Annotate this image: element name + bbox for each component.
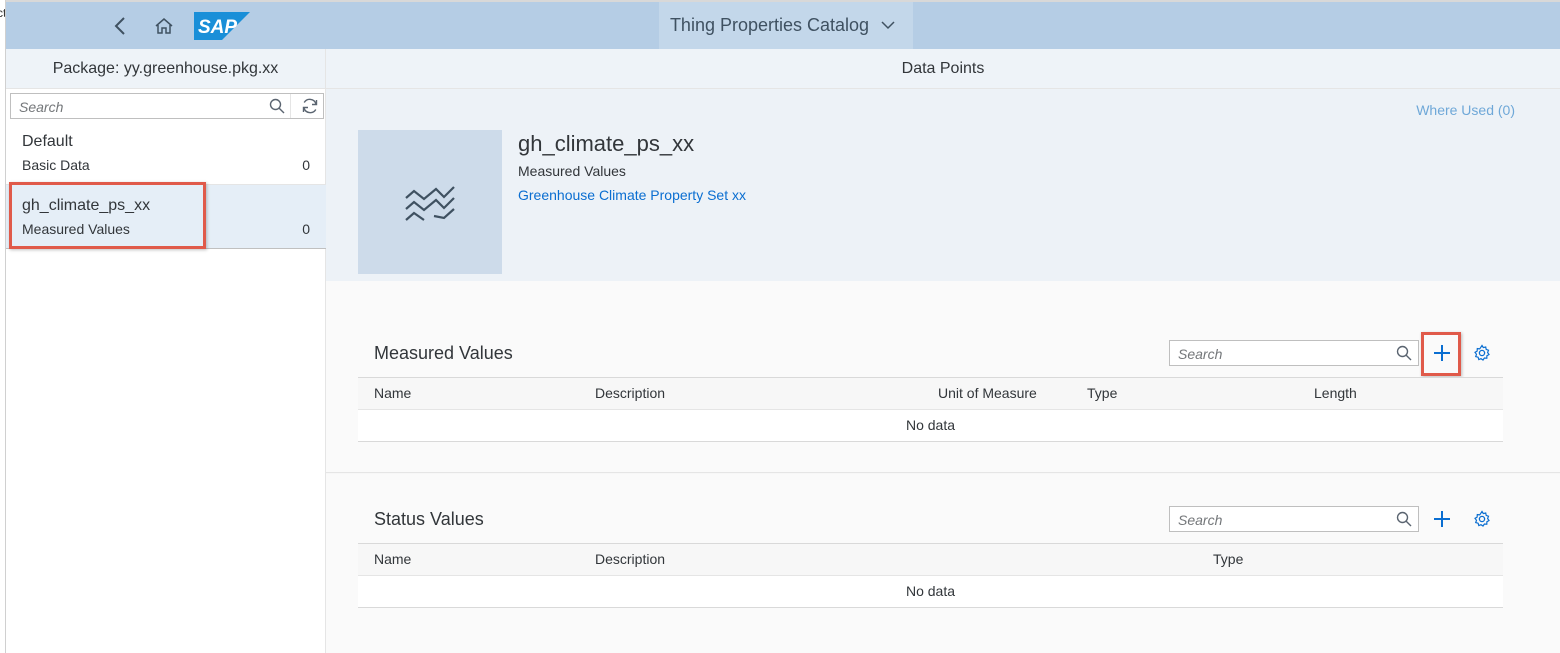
status-values-table: Name Description Type No data [358, 543, 1503, 608]
plus-icon [1434, 345, 1450, 361]
list-item-title: Default [22, 133, 73, 150]
app-title: Thing Properties Catalog [669, 15, 870, 35]
shell-bar: SAP Thing Properties Catalog [6, 0, 1560, 49]
measured-values-section: Measured Values Search Name Description … [326, 281, 1560, 473]
column-header-name[interactable]: Name [374, 385, 411, 401]
list-item-count: 0 [302, 157, 310, 173]
list-item-description: Measured Values [22, 221, 130, 237]
measured-values-search-input[interactable]: Search [1169, 340, 1419, 366]
status-values-settings-button[interactable] [1466, 503, 1498, 535]
status-values-search-input[interactable]: Search [1169, 506, 1419, 532]
no-data-row: No data [358, 410, 1503, 442]
master-panel: Package: yy.greenhouse.pkg.xx Search Def… [6, 49, 326, 653]
search-icon[interactable] [269, 98, 285, 119]
detail-panel: Data Points Where Used (0) gh_climate_ps… [326, 49, 1560, 653]
column-header-description[interactable]: Description [595, 551, 665, 567]
search-divider [290, 94, 291, 118]
list-item-count: 0 [302, 221, 310, 237]
where-used-link[interactable]: Where Used (0) [1416, 102, 1515, 118]
no-data-row: No data [358, 576, 1503, 608]
list-item-title: gh_climate_ps_xx [22, 197, 151, 214]
measured-values-table: Name Description Unit of Measure Type Le… [358, 377, 1503, 442]
measured-values-title: Measured Values [374, 343, 513, 363]
table-header-row: Name Description Unit of Measure Type Le… [358, 377, 1503, 410]
column-header-description[interactable]: Description [595, 385, 665, 401]
search-placeholder: Search [1178, 346, 1223, 362]
search-icon[interactable] [1396, 345, 1412, 366]
master-header: Package: yy.greenhouse.pkg.xx [6, 49, 325, 89]
list-item-gh-climate[interactable]: gh_climate_ps_xx Measured Values 0 [6, 185, 326, 249]
status-values-title: Status Values [374, 509, 484, 529]
gear-icon [1474, 344, 1490, 361]
column-header-type[interactable]: Type [1213, 551, 1243, 567]
object-header: Where Used (0) gh_climate_ps_xx Measured… [326, 89, 1560, 281]
object-subtitle: Measured Values [518, 163, 626, 179]
refresh-icon[interactable] [301, 97, 319, 120]
table-header-row: Name Description Type [358, 543, 1503, 576]
master-search-input[interactable]: Search [10, 93, 324, 119]
column-header-name[interactable]: Name [374, 551, 411, 567]
gear-icon [1474, 510, 1490, 527]
status-values-section: Status Values Search Name Description Ty… [326, 474, 1560, 653]
search-icon[interactable] [1396, 511, 1412, 532]
search-placeholder: Search [1178, 512, 1223, 528]
chevron-down-icon [880, 14, 896, 35]
object-description-link[interactable]: Greenhouse Climate Property Set xx [518, 187, 746, 203]
column-header-unit-of-measure[interactable]: Unit of Measure [938, 385, 1037, 401]
add-status-value-button[interactable] [1426, 503, 1458, 535]
search-placeholder: Search [19, 99, 64, 115]
add-measured-value-button[interactable] [1426, 337, 1458, 369]
object-icon-box [358, 130, 502, 274]
object-title: gh_climate_ps_xx [518, 131, 695, 156]
column-header-length[interactable]: Length [1314, 385, 1357, 401]
measured-values-settings-button[interactable] [1466, 337, 1498, 369]
plus-icon [1434, 511, 1450, 527]
detail-header: Data Points [326, 49, 1560, 89]
column-header-type[interactable]: Type [1087, 385, 1117, 401]
measure-wave-icon [405, 186, 455, 221]
list-item-description: Basic Data [22, 157, 90, 173]
list-item-default[interactable]: Default Basic Data 0 [6, 121, 326, 185]
app-title-menu[interactable]: Thing Properties Catalog [6, 15, 1560, 36]
